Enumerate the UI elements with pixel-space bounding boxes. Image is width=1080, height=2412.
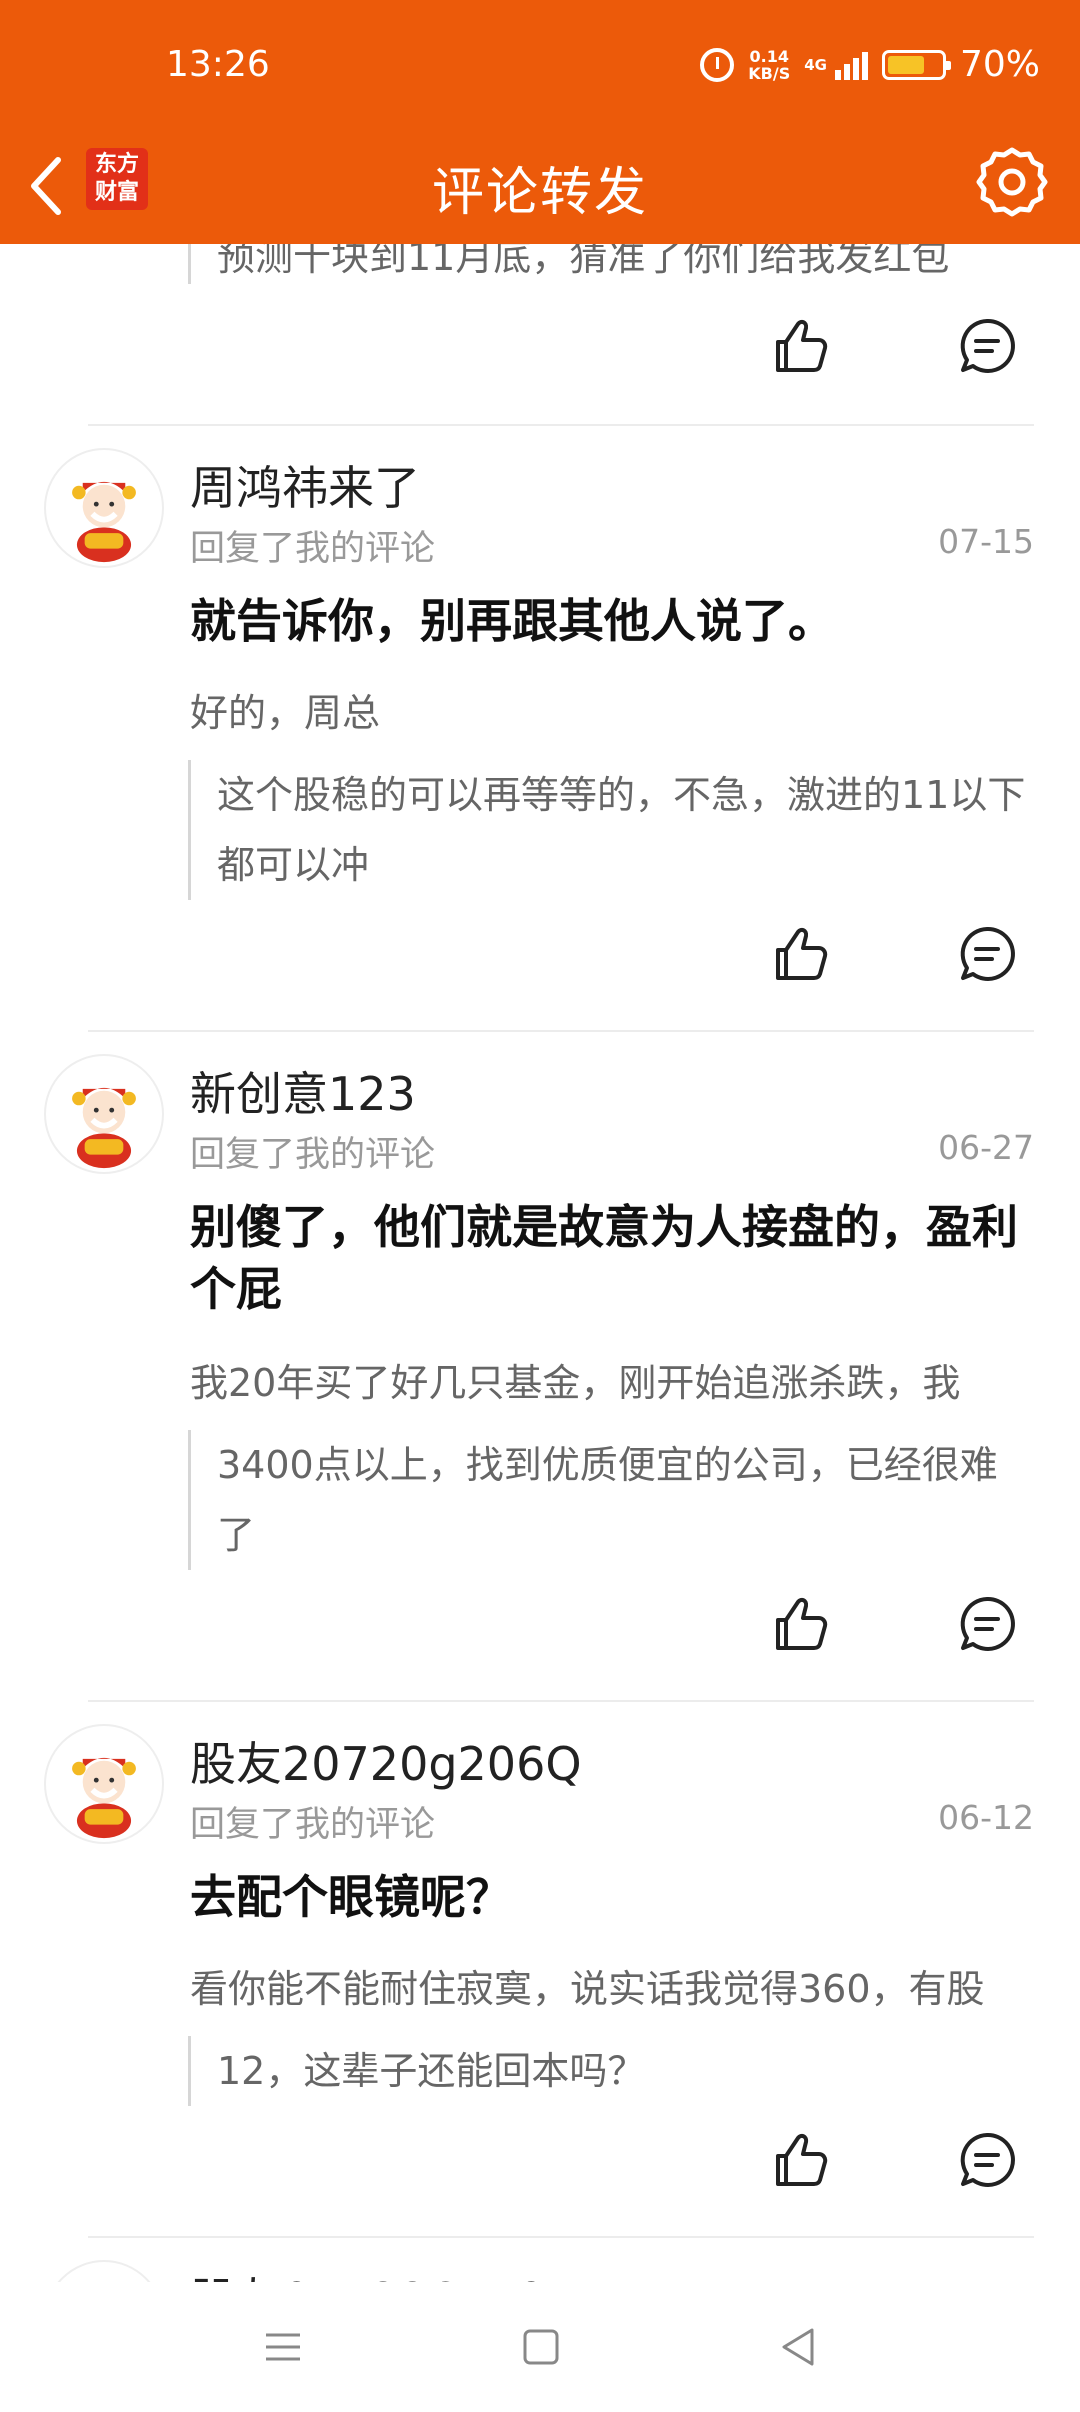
net-speed: 0.14 KB/S <box>748 46 791 83</box>
quoted-comment[interactable]: 这个股稳的可以再等等的，不急，激进的11以下都可以冲 <box>188 760 1028 900</box>
title-bar: 东方 财富 评论转发 <box>0 136 1080 236</box>
reply-label: 回复了我的评论 <box>190 1135 436 1175</box>
username[interactable]: 股友075226Ru04 <box>190 2264 575 2282</box>
avatar[interactable] <box>44 448 164 568</box>
menu-icon[interactable] <box>258 2322 308 2372</box>
username[interactable]: 股友20720g206Q <box>190 1728 582 1794</box>
my-reply-text[interactable]: 好的，周总 <box>190 682 1035 737</box>
avatar-icon <box>47 451 161 565</box>
avatar-icon <box>47 1727 161 1841</box>
like-icon[interactable] <box>770 2128 834 2192</box>
reply-icon[interactable] <box>955 922 1019 986</box>
reply-icon[interactable] <box>955 314 1019 378</box>
divider <box>88 1700 1034 1702</box>
like-icon[interactable] <box>770 314 834 378</box>
comment-text[interactable]: 去配个眼镜呢？ <box>190 1866 1020 1928</box>
back-triangle-icon[interactable] <box>774 2322 824 2372</box>
status-time: 13:26 <box>166 44 270 85</box>
home-icon[interactable] <box>516 2322 566 2372</box>
timestamp: 06-12 <box>938 1798 1034 1837</box>
notification-list: 预测十块到11月底，猜准了你们给我发红包 周鸿祎来了 回复了我的评论 07-15… <box>0 0 1080 2282</box>
divider <box>88 424 1034 426</box>
username[interactable]: 新创意123 <box>190 1058 416 1124</box>
alarm-icon <box>700 47 735 82</box>
gear-icon[interactable] <box>974 144 1050 220</box>
battery-percent: 70% <box>959 44 1040 85</box>
avatar[interactable] <box>44 1054 164 1174</box>
my-reply-text[interactable]: 看你能不能耐住寂寞，说实话我觉得360，有股 <box>190 1958 1035 2013</box>
quoted-comment[interactable]: 3400点以上，找到优质便宜的公司，已经很难了 <box>188 1430 1028 1570</box>
signal-icon <box>834 50 868 80</box>
divider <box>88 1030 1034 1032</box>
timestamp: 06-27 <box>938 1128 1034 1167</box>
battery-icon <box>881 49 951 80</box>
timestamp: 07-15 <box>938 522 1034 561</box>
avatar[interactable] <box>44 1724 164 1844</box>
username[interactable]: 周鸿祎来了 <box>190 452 420 518</box>
divider <box>88 2236 1034 2238</box>
reply-label: 回复了我的评论 <box>190 1805 436 1845</box>
comment-text[interactable]: 别傻了，他们就是故意为人接盘的，盈利个屁 <box>190 1196 1020 1320</box>
avatar-icon <box>47 1057 161 1171</box>
reply-icon[interactable] <box>955 1592 1019 1656</box>
my-reply-text[interactable]: 我20年买了好几只基金，刚开始追涨杀跌，我 <box>190 1352 1035 1407</box>
system-nav-bar <box>0 2282 1080 2412</box>
like-icon[interactable] <box>770 1592 834 1656</box>
reply-icon[interactable] <box>955 2128 1019 2192</box>
reply-label: 回复了我的评论 <box>190 529 436 569</box>
page-title: 评论转发 <box>431 163 648 223</box>
like-icon[interactable] <box>770 922 834 986</box>
quoted-comment[interactable]: 12，这辈子还能回本吗？ <box>188 2036 1028 2106</box>
status-icons: 0.14 KB/S 4G 70% <box>700 44 1040 85</box>
comment-text[interactable]: 就告诉你，别再跟其他人说了。 <box>190 590 1020 652</box>
avatar[interactable] <box>44 2260 164 2282</box>
app-header: 13:26 0.14 KB/S 4G 70% 东方 财富 评论转发 <box>0 0 1080 244</box>
network-type: 4G <box>804 55 827 74</box>
